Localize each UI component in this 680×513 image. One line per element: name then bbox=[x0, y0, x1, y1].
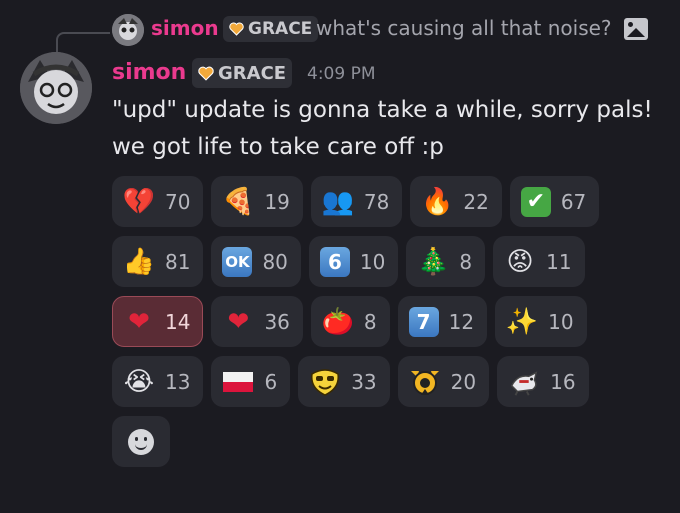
reaction-count: 10 bbox=[548, 309, 574, 334]
reaction-count: 12 bbox=[448, 309, 475, 334]
reaction-tomato[interactable]: 🍅 8 bbox=[310, 296, 390, 347]
reply-preview[interactable]: simon GRACE what's causing all that nois… bbox=[0, 10, 680, 60]
keycap-six-icon: 6 bbox=[319, 246, 350, 277]
add-reaction-smiley-icon bbox=[128, 428, 154, 455]
check-mark-icon: ✔ bbox=[520, 186, 551, 217]
reply-avatar[interactable] bbox=[112, 14, 144, 46]
reply-guild-tag: GRACE bbox=[223, 16, 319, 42]
custom-creature-icon bbox=[508, 366, 540, 398]
keycap-seven-icon: 7 bbox=[408, 306, 439, 337]
reaction-red-heart[interactable]: ❤ 36 bbox=[211, 296, 303, 347]
reaction-sparkles[interactable]: ✨ 10 bbox=[495, 296, 587, 347]
reaction-check[interactable]: ✔ 67 bbox=[509, 176, 600, 227]
reaction-count: 19 bbox=[264, 189, 290, 214]
message-header: simon GRACE 4:09 PM bbox=[112, 58, 672, 90]
reaction-poland-flag[interactable]: 6 bbox=[211, 356, 291, 407]
reaction-count: 11 bbox=[546, 249, 572, 274]
reaction-fire[interactable]: 🔥 22 bbox=[410, 176, 502, 227]
timestamp[interactable]: 4:09 PM bbox=[307, 64, 376, 84]
broken-heart-icon: 💔 bbox=[122, 186, 156, 217]
reaction-count: 8 bbox=[363, 309, 377, 334]
add-reaction-button[interactable] bbox=[112, 416, 170, 467]
reaction-count: 6 bbox=[264, 369, 278, 394]
reaction-keycap-seven[interactable]: 7 12 bbox=[397, 296, 488, 347]
reaction-custom-badge[interactable]: 20 bbox=[397, 356, 490, 407]
reaction-count: 22 bbox=[463, 189, 489, 214]
crying-face-icon: 😭 bbox=[123, 366, 155, 397]
reaction-people[interactable]: 👥 78 bbox=[310, 176, 403, 227]
angry-face-icon: 😡 bbox=[506, 246, 534, 277]
reply-tag-label: GRACE bbox=[248, 19, 313, 39]
sparkles-icon: ✨ bbox=[505, 306, 539, 337]
guild-tag-label: GRACE bbox=[218, 62, 287, 84]
reaction-count: 36 bbox=[264, 309, 290, 334]
people-icon: 👥 bbox=[321, 186, 355, 217]
message-line: we got life to take care off :p bbox=[112, 134, 444, 160]
reply-author[interactable]: simon bbox=[151, 16, 219, 40]
message-content: "upd" update is gonna take a while, sorr… bbox=[112, 92, 672, 166]
reaction-keycap-six[interactable]: 6 10 bbox=[308, 236, 399, 287]
ok-button-icon: OK bbox=[222, 246, 253, 277]
reaction-count: 8 bbox=[459, 249, 473, 274]
heart-badge-icon bbox=[198, 66, 214, 81]
heart-badge-icon bbox=[229, 22, 244, 36]
avatar[interactable] bbox=[20, 52, 92, 124]
reaction-count: 78 bbox=[363, 189, 390, 214]
reaction-red-heart-selected[interactable]: ❤ 14 bbox=[112, 296, 204, 347]
reaction-count: 80 bbox=[262, 249, 288, 274]
reaction-count: 67 bbox=[560, 189, 587, 214]
red-heart-icon: ❤ bbox=[227, 306, 250, 337]
reaction-count: 81 bbox=[165, 249, 191, 274]
message-line: "upd" update is gonna take a while, sorr… bbox=[112, 97, 653, 123]
image-icon bbox=[624, 18, 648, 40]
reaction-crying[interactable]: 😭 13 bbox=[112, 356, 204, 407]
pizza-icon: 🍕 bbox=[222, 186, 255, 217]
custom-badge-icon bbox=[409, 366, 441, 398]
message-author[interactable]: simon bbox=[112, 60, 186, 85]
reaction-count: 10 bbox=[359, 249, 386, 274]
fire-icon: 🔥 bbox=[421, 186, 454, 217]
poland-flag-icon bbox=[222, 366, 254, 398]
guild-tag[interactable]: GRACE bbox=[192, 58, 293, 88]
christmas-tree-icon: 🎄 bbox=[417, 246, 450, 277]
reaction-count: 20 bbox=[450, 369, 477, 394]
reaction-count: 13 bbox=[165, 369, 191, 394]
reaction-pizza[interactable]: 🍕 19 bbox=[211, 176, 303, 227]
reaction-count: 14 bbox=[165, 309, 191, 334]
reaction-count: 70 bbox=[165, 189, 191, 214]
custom-yellow-face-icon bbox=[309, 366, 341, 398]
tomato-icon: 🍅 bbox=[321, 306, 355, 337]
reaction-angry[interactable]: 😡 11 bbox=[493, 236, 585, 287]
reply-text[interactable]: what's causing all that noise? bbox=[316, 16, 612, 40]
reaction-count: 16 bbox=[550, 369, 576, 394]
reaction-custom-yellow[interactable]: 33 bbox=[298, 356, 390, 407]
reaction-broken-heart[interactable]: 💔 70 bbox=[112, 176, 204, 227]
red-heart-icon: ❤ bbox=[128, 306, 150, 337]
reaction-custom-creature[interactable]: 16 bbox=[497, 356, 589, 407]
thumbs-up-icon: 👍 bbox=[122, 246, 156, 277]
reaction-ok[interactable]: OK 80 bbox=[211, 236, 301, 287]
reaction-christmas-tree[interactable]: 🎄 8 bbox=[406, 236, 486, 287]
reaction-thumbs-up[interactable]: 👍 81 bbox=[112, 236, 204, 287]
reaction-count: 33 bbox=[351, 369, 377, 394]
reactions-bar: 💔 70 🍕 19 👥 78 🔥 22 ✔ 67 👍 81 OK 80 6 10… bbox=[112, 176, 632, 467]
